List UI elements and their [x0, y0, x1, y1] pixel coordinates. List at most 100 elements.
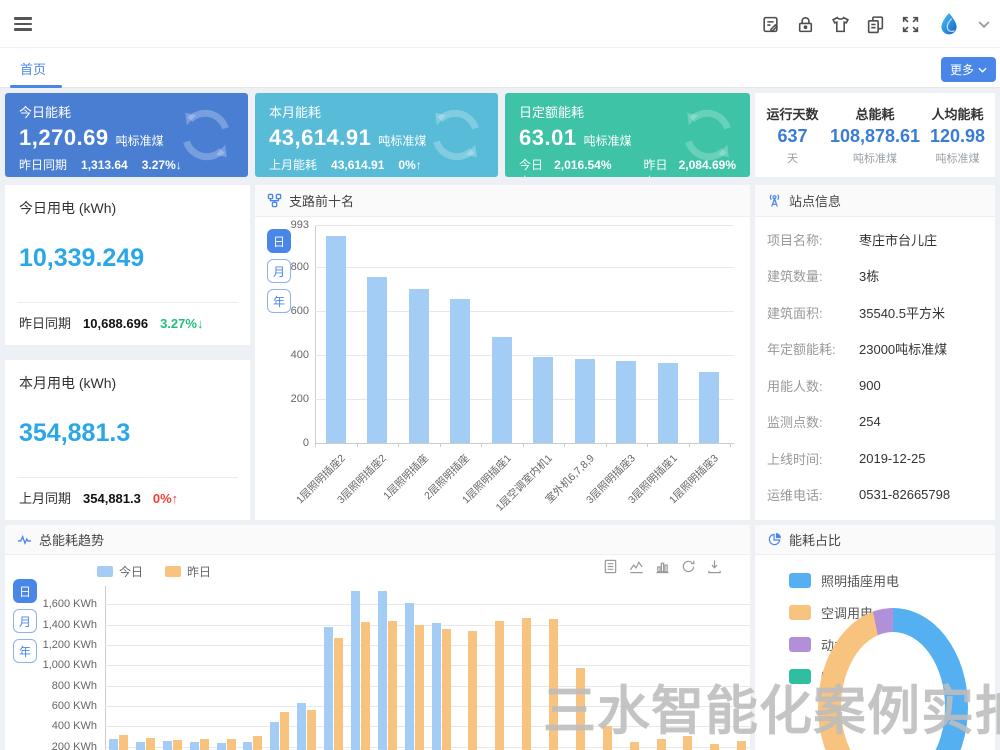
dashboard-page: 首页 更多 今日能耗 1,270.69吨标准煤 昨日同期 1,313.64 3.… [0, 0, 1000, 750]
trend-bar-today [217, 743, 226, 750]
site-info-value: 35540.5平方米 [859, 303, 945, 322]
legend-swatch [789, 573, 811, 588]
chevron-down-icon [978, 66, 987, 74]
bar-chart-toggle-icon[interactable] [655, 559, 670, 574]
site-info-value: 2019-12-25 [859, 451, 926, 466]
trend-bar-yesterday [468, 631, 477, 750]
data-view-icon[interactable] [603, 559, 618, 574]
site-info-label: 项目名称: [767, 230, 859, 249]
trend-bar-today [190, 742, 199, 750]
kpi-sub-change: 0%↑ [398, 158, 421, 172]
usage-sub-value: 354,881.3 [83, 491, 141, 506]
legend-swatch [789, 605, 811, 620]
documents-icon[interactable] [866, 15, 885, 34]
stat-total-energy: 总能耗 108,878.61 吨标准煤 [830, 93, 920, 177]
usage-value: 10,339.249 [5, 218, 250, 273]
usage-title: 今日用电 (kWh) [5, 185, 250, 218]
kpi-sub-label: 昨日同期 [19, 156, 67, 173]
divider [17, 302, 238, 303]
site-info-row: 上线时间:2019-12-25 [767, 440, 983, 477]
x-axis-label: 3层照明插座1 [602, 451, 680, 529]
trend-bar-yesterday [683, 736, 692, 750]
y-axis-label: 200 KWh [25, 741, 97, 750]
x-axis-label: 1层照明插座 [353, 451, 431, 529]
branch-bar-chart[interactable]: 02004006008009931层照明插座23层照明插座21层照明插座2层照明… [315, 225, 735, 515]
usage-sub-value: 10,688.696 [83, 316, 148, 331]
grid-line [105, 706, 750, 707]
site-info-row: 监测点数:254 [767, 404, 983, 441]
trend-bar-yesterday [227, 739, 236, 750]
chart-toolbox [603, 559, 722, 574]
branch-bar [616, 361, 636, 443]
grid-line [105, 665, 750, 666]
x-axis-label: 1层照明插座2 [270, 451, 348, 529]
usage-value: 354,881.3 [5, 393, 250, 448]
more-button[interactable]: 更多 [941, 57, 996, 82]
legend-item-昨日[interactable]: 昨日 [165, 563, 211, 580]
trend-bar-yesterday [737, 741, 746, 750]
chevron-down-icon[interactable] [978, 15, 990, 34]
x-axis-tick [689, 443, 690, 447]
y-axis-label: 800 KWh [25, 680, 97, 692]
panel-title: 支路前十名 [289, 191, 354, 210]
legend-swatch [789, 637, 811, 652]
branch-bar [326, 236, 346, 443]
x-axis-tick [357, 443, 358, 447]
trend-bar-today [297, 703, 306, 750]
fullscreen-icon[interactable] [901, 15, 920, 34]
stat-unit: 吨标准煤 [936, 150, 980, 166]
stat-label: 运行天数 [766, 104, 818, 123]
site-info-panel: 站点信息 项目名称:枣庄市台儿庄建筑数量:3栋建筑面积:35540.5平方米年定… [755, 185, 995, 520]
trend-bar-today [405, 603, 414, 750]
stat-value: 637 [777, 126, 807, 147]
y-axis-label: 600 KWh [25, 700, 97, 712]
branch-sitemap-icon [267, 193, 282, 208]
branch-period-button-0[interactable]: 日 [267, 229, 291, 253]
kpi-sub-label: 今日占比: [519, 156, 546, 177]
tab-active-underline [10, 85, 62, 88]
kpi-sub-label: 上月能耗 [269, 156, 317, 173]
theme-shirt-icon[interactable] [831, 15, 850, 34]
x-axis-label: 1层照明插座1 [436, 451, 514, 529]
y-axis-label: 400 KWh [25, 720, 97, 732]
y-axis-label: 0 [267, 437, 309, 449]
x-axis-tick [730, 443, 731, 447]
site-info-value: 254 [859, 414, 881, 429]
site-info-label: 建筑面积: [767, 303, 859, 322]
legend-item-今日[interactable]: 今日 [97, 563, 143, 580]
recycle-icon [424, 103, 488, 167]
stat-unit: 天 [787, 150, 798, 166]
site-info-row: 建筑数量:3栋 [767, 258, 983, 295]
grid-line [315, 225, 734, 226]
x-axis-tick [564, 443, 565, 447]
tab-home[interactable]: 首页 [8, 48, 58, 88]
y-axis-label: 600 [267, 305, 309, 317]
grid-line [105, 625, 750, 626]
trend-bar-today [378, 591, 387, 750]
y-axis-label: 400 [267, 349, 309, 361]
legend-item-照明插座用电[interactable]: 照明插座用电 [789, 571, 899, 590]
stat-unit: 吨标准煤 [853, 150, 897, 166]
branch-top10-panel: 支路前十名 日月年 02004006008009931层照明插座23层照明插座2… [255, 185, 750, 520]
lock-icon[interactable] [796, 15, 815, 34]
menu-toggle-icon[interactable] [14, 17, 34, 31]
y-axis-label: 1,000 KWh [25, 659, 97, 671]
kpi-unit: 吨标准煤 [116, 132, 164, 149]
legend-swatch [97, 566, 113, 577]
restore-icon[interactable] [681, 559, 696, 574]
download-icon[interactable] [707, 559, 722, 574]
site-info-value: 23000吨标准煤 [859, 339, 947, 358]
kpi-unit: 吨标准煤 [378, 132, 426, 149]
energy-trend-chart[interactable]: 200 KWh400 KWh600 KWh800 KWh1,000 KWh1,2… [105, 586, 750, 750]
line-chart-toggle-icon[interactable] [629, 559, 644, 574]
stat-value: 120.98 [930, 126, 985, 147]
kpi-sub-value: 1,313.64 [81, 158, 128, 172]
work-order-icon[interactable] [761, 15, 780, 34]
logo-water-drop[interactable] [936, 11, 962, 37]
trend-pulse-icon [17, 532, 32, 547]
x-axis-tick [647, 443, 648, 447]
kpi-value: 43,614.91 [269, 125, 371, 151]
stat-label: 总能耗 [855, 104, 894, 123]
grid-line [105, 645, 750, 646]
trend-bar-yesterday [657, 739, 666, 750]
